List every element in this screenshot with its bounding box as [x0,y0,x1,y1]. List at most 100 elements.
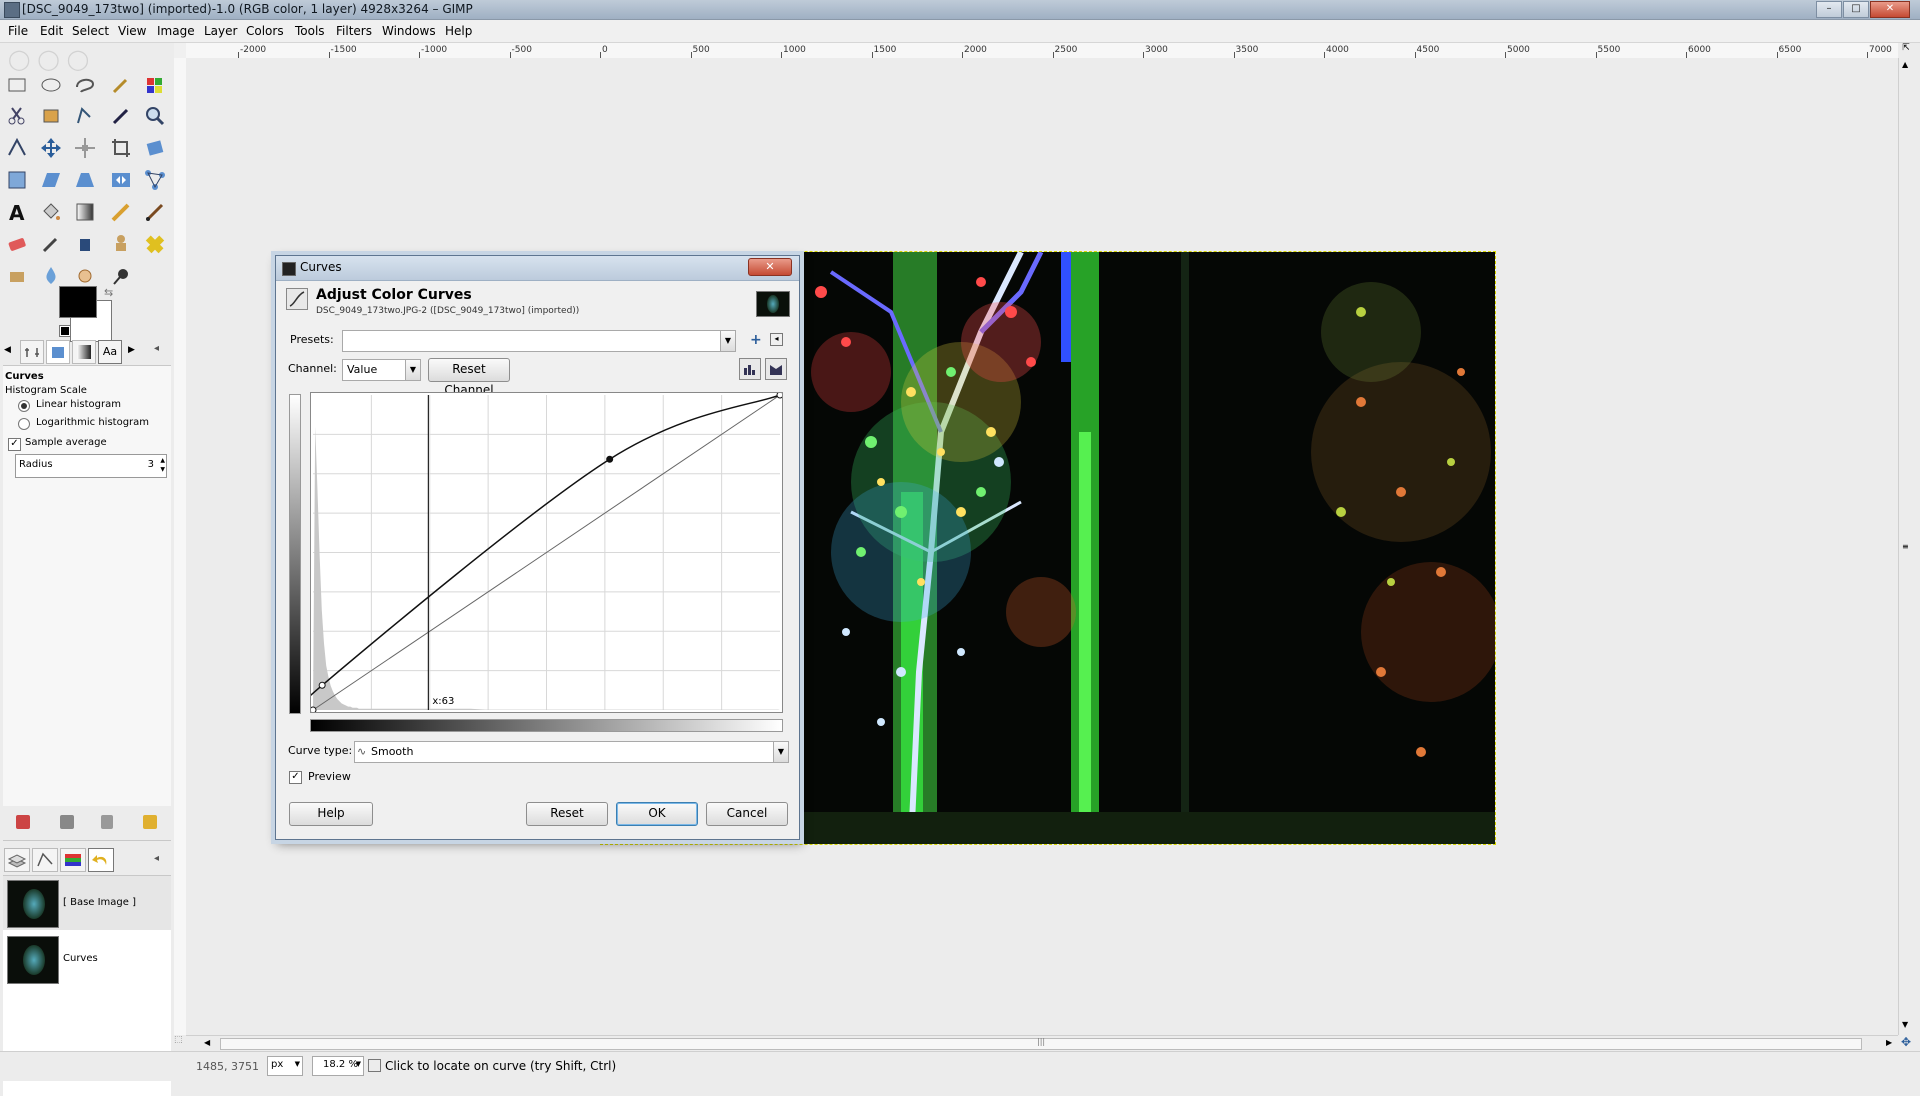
navigate-icon[interactable]: ✥ [1898,1035,1914,1051]
pencil-tool-icon[interactable] [108,199,134,225]
clone-tool-icon[interactable] [108,231,134,257]
tab-fonts[interactable]: Aa [98,340,122,364]
tab-scroll-right-icon[interactable]: ▶ [128,345,135,355]
reset-button[interactable]: Reset [526,802,608,826]
curve-control-point[interactable] [318,681,326,689]
menu-select[interactable]: Select [72,24,109,38]
scroll-up-icon[interactable]: ▲ [1902,60,1908,69]
scroll-down-icon[interactable]: ▼ [1902,1020,1908,1029]
presets-dropdown[interactable]: ▼ [342,330,736,352]
heal-tool-icon[interactable] [142,231,168,257]
horizontal-scrollbar[interactable]: ◀ ||| ▶ [186,1035,1898,1052]
cancel-button[interactable]: Cancel [706,802,788,826]
maximize-button[interactable]: □ [1843,1,1869,18]
scroll-thumb-grip-icon[interactable]: ≡ [1902,542,1910,551]
curves-dialog-titlebar[interactable]: Curves ✕ [276,256,799,281]
flip-tool-icon[interactable] [108,167,134,193]
eraser-tool-icon[interactable] [4,231,30,257]
layer-row[interactable]: Curves [3,932,171,986]
fuzzy-select-tool-icon[interactable] [108,72,134,98]
curve-type-dropdown[interactable]: ∿ Smooth ▼ [354,741,789,763]
free-select-tool-icon[interactable] [72,72,98,98]
perspective-tool-icon[interactable] [72,167,98,193]
log-histogram-radio[interactable] [18,418,30,430]
save-options-icon[interactable] [16,815,30,829]
foreground-select-tool-icon[interactable] [38,103,64,129]
menu-colors[interactable]: Colors [246,24,284,38]
menu-edit[interactable]: Edit [40,24,63,38]
scale-tool-icon[interactable] [4,167,30,193]
crop-tool-icon[interactable] [108,135,134,161]
curve-graph-svg[interactable] [297,391,784,714]
tab-scroll-left-icon[interactable]: ◀ [4,345,14,355]
tab-tool-options[interactable] [20,340,44,364]
paintbrush-tool-icon[interactable] [142,199,168,225]
ellipse-select-tool-icon[interactable] [38,72,64,98]
reset-channel-button[interactable]: Reset Channel [428,358,510,397]
restore-options-icon[interactable] [60,815,74,829]
align-tool-icon[interactable] [72,135,98,161]
quickmask-toggle-icon[interactable]: ⬚ [174,1035,186,1051]
horizontal-scroll-thumb[interactable]: ||| [220,1037,1862,1050]
sample-average-checkbox[interactable]: ✓ [8,438,21,451]
menu-image[interactable]: Image [157,24,195,38]
perspective-clone-tool-icon[interactable] [4,263,30,289]
cancel-action-icon[interactable] [368,1059,381,1072]
zoom-dropdown[interactable]: 18.2 % ▼ [312,1056,364,1076]
blend-tool-icon[interactable] [72,199,98,225]
swap-colors-icon[interactable]: ⇆ [104,286,113,299]
channel-dropdown[interactable]: Value ▼ [342,359,421,381]
layers-tab-menu-icon[interactable]: ◂ [154,853,159,864]
rotate-tool-icon[interactable] [142,135,168,161]
color-select-tool-icon[interactable] [142,72,168,98]
ok-button[interactable]: OK [616,802,698,826]
scissors-select-tool-icon[interactable] [4,103,30,129]
menu-file[interactable]: File [8,24,28,38]
scroll-left-icon[interactable]: ◀ [204,1038,210,1047]
radius-spinner[interactable]: Radius 3 ▲ ▼ [15,454,167,478]
scroll-right-icon[interactable]: ▶ [1886,1038,1892,1047]
measure-tool-icon[interactable] [4,135,30,161]
radius-stepper-icon[interactable]: ▲ ▼ [160,456,165,474]
menu-help[interactable]: Help [445,24,472,38]
curve-control-point[interactable] [776,391,784,399]
move-tool-icon[interactable] [38,135,64,161]
add-preset-icon[interactable]: + [750,332,762,348]
layer-row[interactable]: [ Base Image ] [3,876,171,930]
curve-control-point[interactable] [606,455,614,463]
text-tool-icon[interactable]: A [4,199,30,225]
default-colors-icon[interactable] [59,325,71,337]
zoom-tool-icon[interactable] [142,103,168,129]
preset-menu-icon[interactable]: ◂ [770,333,783,346]
menu-filters[interactable]: Filters [336,24,372,38]
tab-menu-icon[interactable]: ◂ [154,343,159,354]
color-picker-tool-icon[interactable] [108,103,134,129]
minimize-button[interactable]: – [1816,1,1842,18]
preview-checkbox[interactable]: ✓ [289,771,302,784]
tab-undo-history[interactable] [88,848,114,872]
menu-tools[interactable]: Tools [295,24,325,38]
close-button[interactable]: ✕ [1870,1,1910,18]
rect-select-tool-icon[interactable] [4,72,30,98]
curve-graph[interactable]: x:63 [297,391,784,714]
menu-layer[interactable]: Layer [204,24,237,38]
airbrush-tool-icon[interactable] [38,231,64,257]
paths-tool-icon[interactable] [72,103,98,129]
unit-dropdown[interactable]: px ▼ [267,1056,303,1076]
curve-control-point[interactable] [309,706,317,714]
menu-view[interactable]: View [118,24,146,38]
tab-layers[interactable] [4,848,30,872]
tab-gradients[interactable] [72,340,96,364]
tab-device-status[interactable] [46,340,70,364]
cage-transform-tool-icon[interactable] [142,167,168,193]
help-button[interactable]: Help [289,802,373,826]
vertical-scrollbar[interactable]: ▲ ≡ ▼ [1898,58,1915,1035]
tab-paths[interactable] [32,848,58,872]
linear-histogram-toggle-icon[interactable] [739,358,761,380]
bucket-fill-tool-icon[interactable] [38,199,64,225]
dialog-close-button[interactable]: ✕ [748,258,792,276]
delete-options-icon[interactable] [101,815,113,829]
linear-histogram-radio[interactable] [18,400,30,412]
zoom-follow-toggle-icon[interactable]: ⇱ [1898,43,1914,58]
ink-tool-icon[interactable] [72,231,98,257]
